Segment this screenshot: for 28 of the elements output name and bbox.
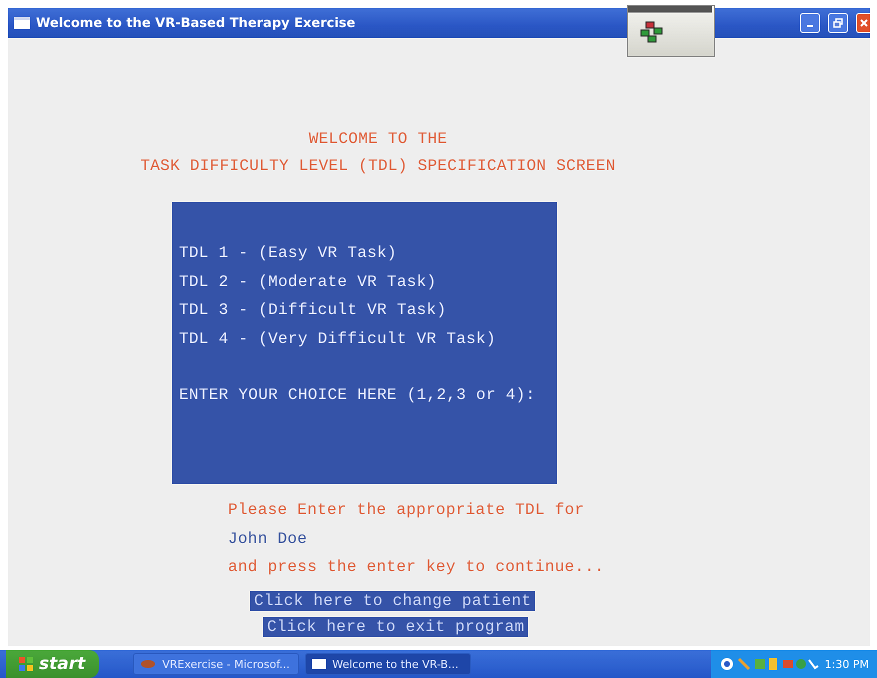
windows-flag-icon <box>18 656 34 672</box>
option-text: TDL 2 - (Moderate VR Task) <box>179 272 438 292</box>
patient-name: John Doe <box>228 528 308 550</box>
minimize-button[interactable] <box>800 13 820 33</box>
window-icon <box>14 17 30 29</box>
option-text: TDL 3 - (Difficult VR Task) <box>179 300 448 321</box>
link-button[interactable]: Click here to exit program <box>263 616 528 636</box>
heading-text: WELCOME TO THE <box>308 129 448 150</box>
taskbar-button[interactable]: VRExercise - Microsof... <box>133 653 300 675</box>
drag-handle[interactable] <box>628 6 712 13</box>
choice-prompt: ENTER YOUR CHOICE HERE (1,2,3 or 4): <box>179 385 536 406</box>
close-button[interactable] <box>856 13 870 33</box>
continue-hint: and press the enter key to continue... <box>228 557 606 578</box>
window-title: Welcome to the VR-Based Therapy Exercise <box>36 16 356 30</box>
clock: 1:30 PM <box>824 658 869 670</box>
window-icon <box>312 659 326 669</box>
close-icon <box>858 18 868 28</box>
start-button[interactable]: start <box>6 650 100 678</box>
minimize-icon <box>807 25 813 27</box>
option-text: TDL 4 - (Very Difficult VR Task) <box>179 328 497 350</box>
instruction-text: Please Enter the appropriate TDL for <box>228 500 586 521</box>
link-button[interactable]: Click here to change patient <box>250 590 536 610</box>
heading-text: TASK DIFFICULTY LEVEL (TDL) SPECIFICATION SCREEN <box>140 156 616 177</box>
restore-button[interactable] <box>828 13 848 33</box>
app-icon <box>140 659 156 669</box>
restore-icon <box>833 18 843 28</box>
option-text: TDL 1 - (Easy VR Task) <box>179 243 398 264</box>
taskbar-button[interactable]: Welcome to the VR-B... <box>305 653 472 675</box>
